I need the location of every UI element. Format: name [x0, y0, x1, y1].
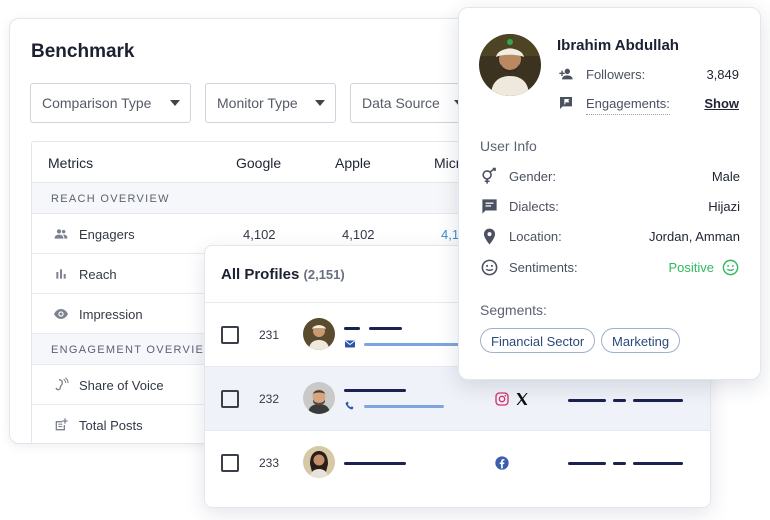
avatar[interactable]: [303, 446, 335, 478]
row-checkbox[interactable]: [221, 454, 239, 472]
page-title: Benchmark: [31, 41, 135, 62]
redacted-name: [344, 462, 406, 465]
info-row-gender: Gender: Male: [480, 167, 740, 187]
positive-smiley-icon: [722, 259, 739, 276]
avatar[interactable]: [303, 318, 335, 350]
table-row[interactable]: 233: [205, 430, 710, 494]
segment-chip[interactable]: Marketing: [601, 328, 681, 353]
column-header-google[interactable]: Google: [236, 155, 281, 171]
metric-label: Total Posts: [79, 418, 143, 433]
redacted-contact: [364, 343, 464, 346]
row-number: 232: [259, 392, 280, 406]
group-label: ENGAGEMENT OVERVIEW: [51, 344, 216, 356]
info-label: Gender:: [509, 169, 556, 184]
metric-label: Engagers: [79, 227, 135, 242]
segment-chip[interactable]: Financial Sector: [480, 328, 596, 353]
profiles-count: (2,151): [303, 267, 345, 282]
info-value: Male: [711, 169, 740, 184]
user-info-heading: User Info: [480, 138, 537, 154]
followers-label: Followers:: [586, 67, 646, 82]
comparison-type-select[interactable]: Comparison Type: [30, 83, 191, 123]
redacted-name: [344, 327, 360, 330]
info-row-sentiments: Sentiments: Positive: [480, 258, 740, 278]
profile-detail-card: Ibrahim Abdullah Followers: 3,849 Engage…: [458, 7, 761, 380]
chevron-down-icon: [315, 100, 325, 106]
facebook-icon[interactable]: [494, 455, 510, 471]
redacted-value: [633, 399, 683, 402]
info-row-dialects: Dialects: Hijazi: [480, 197, 740, 217]
row-number: 231: [259, 328, 280, 342]
profiles-title: All Profiles: [221, 266, 300, 283]
redacted-value: [613, 462, 626, 465]
column-header-microsoft[interactable]: Micr: [434, 155, 460, 171]
info-label: Dialects:: [509, 199, 559, 214]
profiles-heading: All Profiles (2,151): [221, 266, 345, 283]
select-label: Comparison Type: [42, 95, 152, 111]
info-value: Hijazi: [708, 199, 740, 214]
metric-label: Impression: [79, 307, 143, 322]
redacted-value: [613, 399, 626, 402]
chat-icon: [482, 199, 497, 214]
share-of-voice-icon: [55, 377, 69, 391]
followers-row: Followers: 3,849: [557, 67, 739, 85]
profile-name: Ibrahim Abdullah: [557, 37, 679, 54]
eye-icon: [54, 309, 68, 319]
engagements-label: Engagements:: [586, 96, 670, 115]
info-label: Location:: [509, 229, 562, 244]
metric-value-apple: 4,102: [342, 227, 375, 242]
location-pin-icon: [483, 228, 496, 245]
engagements-row: Engagements: Show: [557, 96, 739, 118]
comment-flag-icon: [560, 97, 572, 109]
info-row-location: Location: Jordan, Amman: [480, 227, 740, 247]
metric-label: Share of Voice: [79, 378, 164, 393]
redacted-value: [568, 462, 606, 465]
avatar: [479, 34, 541, 96]
info-value: Jordan, Amman: [648, 229, 740, 244]
email-icon: [345, 340, 355, 348]
row-checkbox[interactable]: [221, 326, 239, 344]
column-header-apple[interactable]: Apple: [335, 155, 371, 171]
metric-label: Reach: [79, 267, 117, 282]
people-icon: [54, 229, 68, 239]
x-icon[interactable]: [514, 391, 530, 407]
followers-value: 3,849: [706, 67, 739, 82]
redacted-value: [633, 462, 683, 465]
select-label: Monitor Type: [217, 95, 298, 111]
chevron-down-icon: [170, 100, 180, 106]
show-engagements-link[interactable]: Show: [704, 96, 739, 111]
redacted-name: [369, 327, 402, 330]
metric-value-google: 4,102: [243, 227, 276, 242]
redacted-contact: [364, 405, 444, 408]
data-source-select[interactable]: Data Source: [350, 83, 475, 123]
column-header-metrics[interactable]: Metrics: [48, 155, 93, 171]
segments-heading: Segments:: [480, 302, 547, 318]
sentiment-value: Positive: [668, 260, 714, 275]
row-number: 233: [259, 456, 280, 470]
redacted-name: [344, 389, 406, 392]
smiley-icon: [481, 259, 498, 276]
post-add-icon: [55, 418, 68, 431]
info-value: Positive: [668, 260, 714, 275]
gender-icon: [482, 167, 496, 184]
monitor-type-select[interactable]: Monitor Type: [205, 83, 336, 123]
info-label: Sentiments:: [509, 260, 578, 275]
row-checkbox[interactable]: [221, 390, 239, 408]
instagram-icon[interactable]: [494, 391, 510, 407]
group-label: REACH OVERVIEW: [51, 193, 170, 205]
avatar[interactable]: [303, 382, 335, 414]
select-label: Data Source: [362, 95, 440, 111]
phone-icon: [345, 401, 354, 410]
bar-chart-icon: [56, 269, 66, 279]
redacted-value: [568, 399, 606, 402]
person-add-icon: [559, 68, 573, 80]
